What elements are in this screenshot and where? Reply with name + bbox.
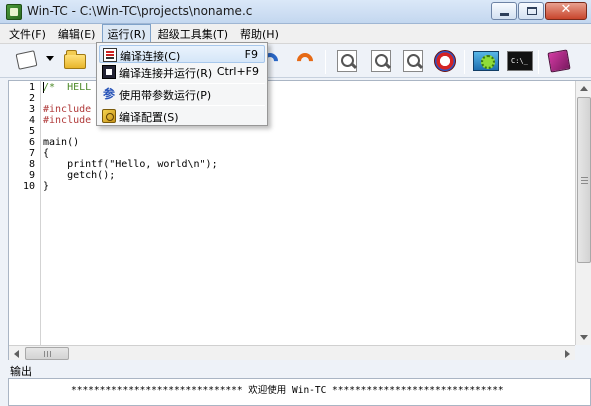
close-button[interactable]: ✕: [545, 2, 587, 20]
folder-icon: [64, 50, 86, 69]
line-number: 9: [28, 170, 35, 181]
code-line: printf("Hello, world\n");: [43, 159, 218, 170]
menu-item-run-with-params[interactable]: 参 使用带参数运行(P): [99, 85, 265, 103]
arrow-down-icon: [580, 335, 588, 340]
code-line: getch();: [43, 170, 116, 181]
line-number: 1: [28, 82, 35, 93]
code-line: #include: [43, 115, 92, 126]
find-button[interactable]: [334, 48, 360, 74]
scroll-down-button[interactable]: [576, 329, 591, 345]
new-file-icon: [15, 50, 38, 70]
close-icon: ✕: [560, 2, 572, 17]
line-number: 7: [28, 148, 35, 159]
menu-separator: [119, 83, 265, 84]
new-file-button[interactable]: [14, 48, 40, 74]
horizontal-scrollbar[interactable]: [9, 345, 575, 360]
toolbar: C:\_: [0, 44, 591, 78]
toolbar-separator: [538, 50, 539, 74]
grip-line: [47, 351, 48, 357]
grip-line: [44, 351, 45, 357]
arrow-up-icon: [580, 86, 588, 91]
params-icon: 参: [102, 87, 115, 101]
compile-run-icon: [102, 65, 116, 79]
code-line: /* HELL: [43, 82, 92, 93]
minimize-button[interactable]: [491, 2, 517, 20]
output-welcome-line: ****************************** 欢迎使用 Win-…: [71, 385, 504, 396]
line-number: 4: [28, 115, 35, 126]
menu-item-shortcut: F9: [244, 48, 258, 61]
wintc-app-icon: [6, 4, 22, 20]
scroll-left-button[interactable]: [9, 346, 25, 360]
console-icon: C:\_: [507, 51, 533, 71]
arrow-left-icon: [14, 350, 19, 358]
menu-item-label: 编译配置(S): [119, 111, 179, 124]
grip-line: [581, 183, 588, 184]
vertical-scrollbar[interactable]: [575, 81, 591, 345]
maximize-button[interactable]: [518, 2, 544, 20]
grip-line: [581, 180, 588, 181]
arrow-right-icon: [565, 350, 570, 358]
menu-item-compile-config[interactable]: 编译配置(S): [99, 107, 265, 125]
menu-bar: 文件(F) 编辑(E) 运行(R) 超级工具集(T) 帮助(H): [0, 23, 591, 44]
menu-item-label: 使用带参数运行(P): [119, 89, 212, 102]
menu-edit[interactable]: 编辑(E): [53, 24, 101, 44]
help-button[interactable]: [546, 48, 572, 74]
line-number: 2: [28, 93, 35, 104]
grip-line: [50, 351, 51, 357]
vertical-scroll-thumb[interactable]: [577, 97, 591, 263]
code-line: main(): [43, 137, 80, 148]
scrollbar-corner: [575, 345, 591, 360]
open-file-button[interactable]: [62, 48, 88, 74]
toolbar-separator: [325, 50, 326, 74]
menu-separator: [119, 105, 265, 106]
redo-icon: [293, 49, 317, 73]
menu-item-label: 编译连接并运行(R): [119, 67, 213, 80]
compile-button[interactable]: [472, 48, 499, 74]
help-book-icon: [547, 49, 571, 73]
find-next-icon: [371, 50, 391, 72]
maximize-icon: [527, 7, 537, 15]
menu-item-shortcut: Ctrl+F9: [216, 65, 259, 78]
line-number: 8: [28, 159, 35, 170]
menu-run[interactable]: 运行(R): [102, 23, 151, 44]
menu-item-compile-run[interactable]: 编译连接并运行(R) Ctrl+F9: [99, 63, 265, 81]
menu-help[interactable]: 帮助(H): [235, 24, 284, 44]
toolbar-separator: [464, 50, 465, 74]
find-next-button[interactable]: [368, 48, 394, 74]
window-controls: ✕: [491, 2, 587, 20]
line-number: 3: [28, 104, 35, 115]
minimize-icon: [500, 13, 509, 16]
menu-item-label: 编译连接(C): [120, 50, 181, 63]
line-number-gutter: 1 2 3 4 5 6 7 8 9 10: [9, 81, 41, 345]
find-icon: [337, 50, 357, 72]
code-line: {: [43, 148, 50, 159]
horizontal-scroll-thumb[interactable]: [25, 347, 69, 360]
line-number: 6: [28, 137, 35, 148]
menu-tools[interactable]: 超级工具集(T): [153, 24, 233, 44]
window-title: Win-TC - C:\Win-TC\projects\noname.c: [27, 4, 253, 18]
line-number: 10: [22, 181, 35, 192]
replace-icon: [403, 50, 423, 72]
menu-file[interactable]: 文件(F): [4, 24, 51, 44]
redo-button[interactable]: [292, 48, 318, 74]
scroll-right-button[interactable]: [559, 346, 575, 360]
compile-icon: [103, 48, 117, 62]
config-icon: [102, 109, 116, 123]
code-line: }: [43, 181, 50, 192]
replace-button[interactable]: [400, 48, 426, 74]
output-panel-label: 输出: [10, 365, 32, 378]
run-menu-dropdown: 编译连接(C) F9 编译连接并运行(R) Ctrl+F9 参 使用带参数运行(…: [96, 42, 268, 126]
code-line: #include: [43, 104, 92, 115]
grip-line: [581, 177, 588, 178]
menu-item-compile[interactable]: 编译连接(C) F9: [99, 45, 265, 63]
console-button[interactable]: C:\_: [506, 48, 533, 74]
new-file-dropdown-icon[interactable]: [46, 56, 54, 61]
scroll-up-button[interactable]: [576, 81, 591, 97]
line-number: 5: [28, 126, 35, 137]
refresh-button[interactable]: [432, 48, 458, 74]
title-bar: Win-TC - C:\Win-TC\projects\noname.c ✕: [0, 0, 591, 24]
compile-gear-icon: [473, 51, 499, 71]
refresh-cycle-icon: [434, 50, 456, 72]
output-panel[interactable]: ****************************** 欢迎使用 Win-…: [8, 378, 591, 406]
